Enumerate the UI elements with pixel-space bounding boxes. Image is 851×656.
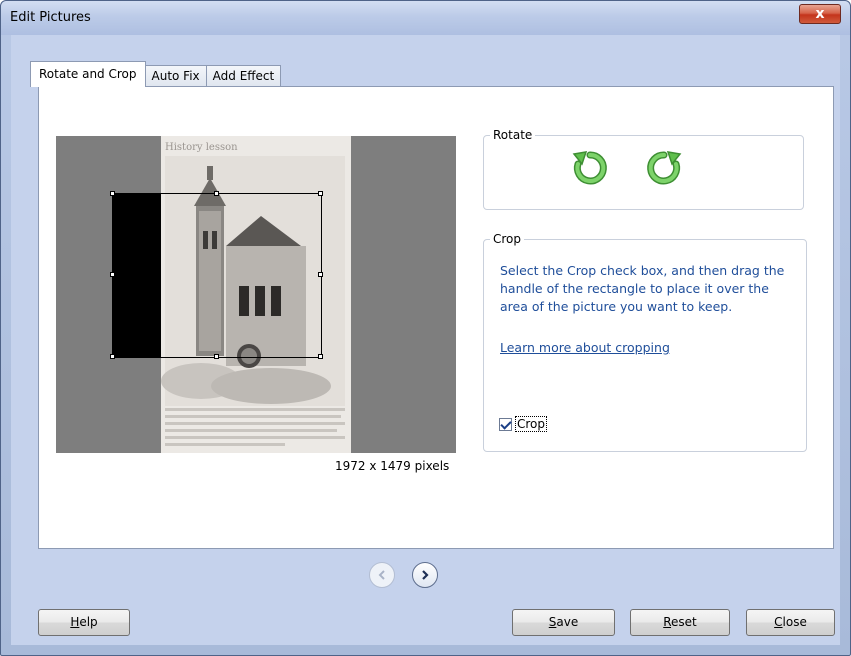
help-button-label: elp — [79, 615, 98, 629]
reset-button[interactable]: Reset — [630, 609, 730, 636]
tab-auto-fix[interactable]: Auto Fix — [144, 65, 207, 87]
crop-group-label: Crop — [490, 232, 525, 246]
rotate-left-button[interactable] — [570, 148, 610, 188]
crop-handle-top[interactable] — [214, 191, 219, 196]
picture-dimensions: 1972 x 1479 pixels — [335, 459, 450, 473]
close-button[interactable]: Close — [746, 609, 835, 636]
window-title: Edit Pictures — [10, 10, 91, 25]
crop-handle-left[interactable] — [110, 272, 115, 277]
help-button[interactable]: Help — [38, 609, 130, 636]
learn-more-cropping-link[interactable]: Learn more about cropping — [500, 340, 670, 355]
tab-rotate-and-crop[interactable]: Rotate and Crop — [30, 61, 146, 87]
crop-handle-right[interactable] — [318, 272, 323, 277]
rotate-right-button[interactable] — [644, 148, 684, 188]
title-bar: Edit Pictures x — [1, 1, 850, 35]
tab-add-effect[interactable]: Add Effect — [205, 65, 282, 87]
close-button-label: lose — [782, 615, 807, 629]
photo-caption: History lesson — [165, 142, 238, 153]
rotate-group-label: Rotate — [490, 128, 536, 142]
chevron-left-icon — [378, 570, 385, 580]
rotate-left-icon — [572, 151, 607, 185]
window-close-button[interactable]: x — [799, 4, 841, 24]
crop-checkbox[interactable] — [499, 417, 512, 431]
crop-group: Crop Select the Crop check box, and then… — [483, 232, 807, 452]
crop-description: Select the Crop check box, and then drag… — [500, 263, 785, 314]
crop-handle-top-left[interactable] — [110, 191, 115, 196]
crop-handle-top-right[interactable] — [318, 191, 323, 196]
previous-picture-button[interactable] — [369, 562, 395, 588]
save-button-label: ave — [556, 615, 579, 629]
tab-strip: Rotate and Crop Auto Fix Add Effect — [30, 61, 282, 87]
help-button-mnemonic: H — [70, 615, 80, 629]
crop-handle-bottom[interactable] — [214, 354, 219, 359]
close-button-mnemonic: C — [774, 615, 783, 629]
reset-button-mnemonic: R — [663, 615, 672, 629]
crop-handle-bottom-left[interactable] — [110, 354, 115, 359]
crop-checkbox-row[interactable]: Crop — [499, 416, 548, 432]
crop-checkbox-label[interactable]: Crop — [515, 416, 548, 432]
crop-handle-bottom-right[interactable] — [318, 354, 323, 359]
rotate-group: Rotate — [483, 128, 804, 210]
save-button[interactable]: Save — [512, 609, 615, 636]
rotate-right-icon — [647, 151, 682, 185]
crop-rectangle[interactable] — [112, 193, 322, 358]
reset-button-label: eset — [671, 615, 697, 629]
next-picture-button[interactable] — [412, 562, 438, 588]
chevron-right-icon — [422, 570, 429, 580]
